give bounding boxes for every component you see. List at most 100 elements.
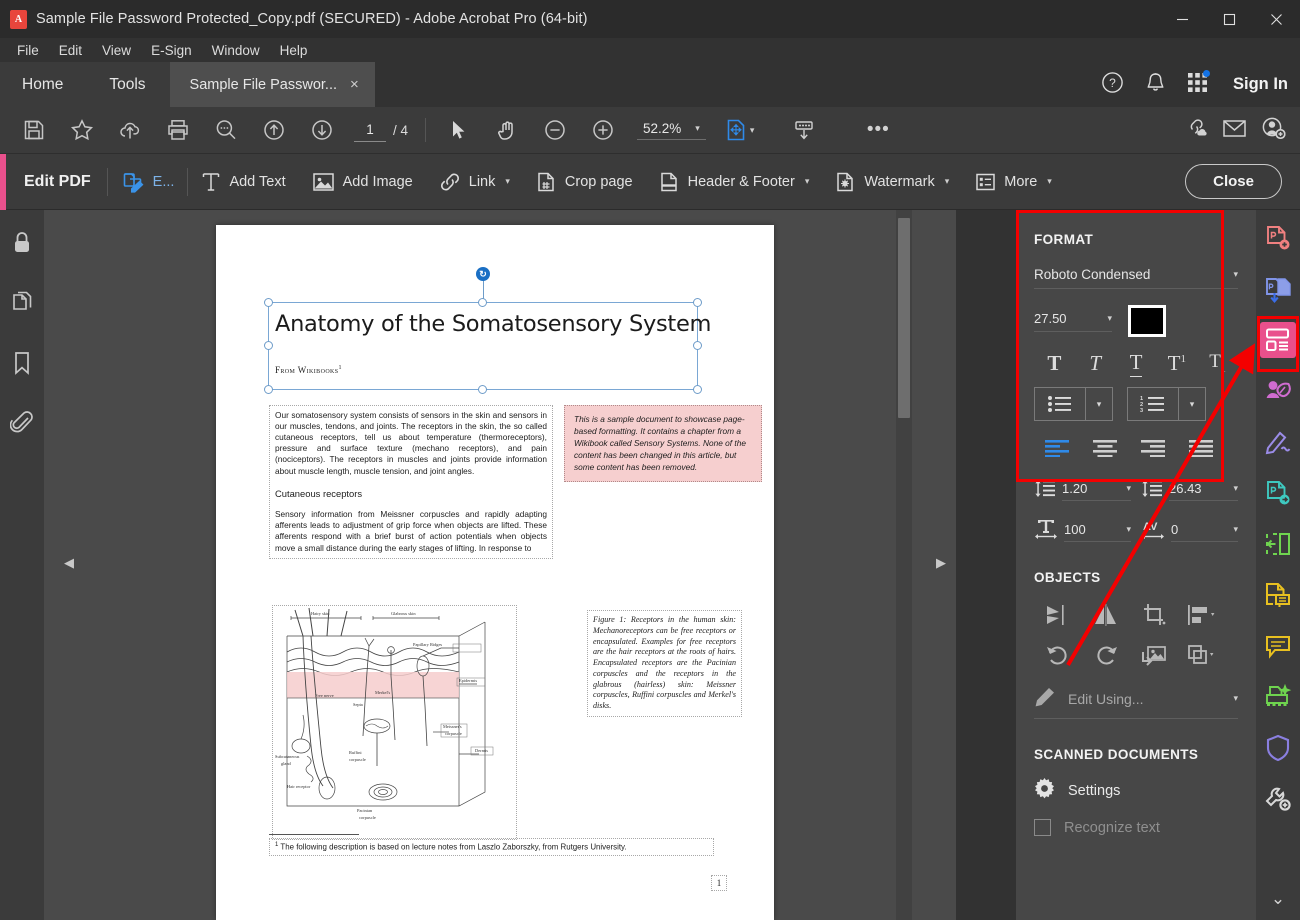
protect-icon[interactable] (1260, 730, 1296, 766)
export-pdf-icon[interactable] (1260, 475, 1296, 511)
resize-handle-bottom-center[interactable] (478, 385, 487, 394)
resize-handle-top-center[interactable] (478, 298, 487, 307)
notifications-bell-icon[interactable] (1145, 71, 1166, 99)
menu-esign[interactable]: E-Sign (142, 41, 201, 60)
bullet-list-chevron-icon[interactable]: ▾ (1085, 388, 1112, 420)
align-right-icon[interactable] (1130, 431, 1178, 465)
font-size-select[interactable]: 27.50 ▾ (1034, 311, 1112, 332)
sample-callout-box[interactable]: This is a sample document to showcase pa… (564, 405, 762, 482)
close-window-button[interactable] (1253, 0, 1300, 38)
underline-text-icon[interactable]: T (1116, 345, 1157, 381)
menu-view[interactable]: View (93, 41, 140, 60)
minimize-button[interactable] (1159, 0, 1206, 38)
bookmark-icon[interactable] (11, 350, 33, 381)
security-lock-icon[interactable] (10, 230, 34, 261)
select-tool-icon[interactable] (435, 107, 483, 154)
watermark-button[interactable]: Watermark ▾ (822, 154, 962, 210)
italic-text-icon[interactable]: T (1075, 345, 1116, 381)
footnote-block[interactable]: 1 The following description is based on … (269, 838, 714, 856)
star-icon[interactable] (58, 107, 106, 154)
share-link-icon[interactable] (1182, 116, 1208, 145)
menu-edit[interactable]: Edit (50, 41, 91, 60)
align-center-icon[interactable] (1082, 431, 1130, 465)
comment-page-icon[interactable] (1260, 577, 1296, 613)
email-icon[interactable] (1222, 117, 1247, 144)
resize-handle-middle-left[interactable] (264, 341, 273, 350)
rotate-counterclockwise-icon[interactable] (1034, 635, 1082, 675)
save-icon[interactable] (10, 107, 58, 154)
attachment-icon[interactable] (9, 410, 34, 441)
organize-pages-icon[interactable] (1260, 526, 1296, 562)
rotate-handle[interactable]: ↻ (476, 267, 490, 281)
edit-using-select[interactable]: Edit Using... ▾ (1034, 687, 1238, 719)
combine-files-icon[interactable] (1260, 271, 1296, 307)
app-grid-icon[interactable] (1187, 69, 1210, 98)
upload-cloud-icon[interactable] (106, 107, 154, 154)
character-spacing-select[interactable]: 0 ▾ (1171, 522, 1238, 542)
resize-handle-bottom-right[interactable] (693, 385, 702, 394)
search-icon[interactable] (202, 107, 250, 154)
zoom-in-icon[interactable] (579, 107, 627, 154)
close-edit-mode-button[interactable]: Close (1185, 164, 1282, 199)
resize-handle-top-left[interactable] (264, 298, 273, 307)
selected-text-box[interactable]: ↻ Anatomy of the Somatosensory System Fr… (264, 267, 711, 394)
body-text-block[interactable]: Our somatosensory system consists of sen… (269, 405, 553, 559)
bullet-list-icon[interactable] (1035, 388, 1085, 420)
add-text-button[interactable]: Add Text (188, 154, 298, 210)
scan-ocr-icon[interactable] (1260, 679, 1296, 715)
hand-tool-icon[interactable] (483, 107, 531, 154)
tab-home[interactable]: Home (0, 62, 86, 107)
resize-handle-middle-right[interactable] (693, 341, 702, 350)
align-objects-icon[interactable] (1178, 595, 1226, 635)
edit-tool-button[interactable]: E... (108, 154, 188, 210)
menu-file[interactable]: File (8, 41, 48, 60)
expand-right-panel-icon[interactable]: ▶ (936, 555, 946, 571)
replace-image-icon[interactable] (1130, 635, 1178, 675)
more-tools-ellipsis-icon[interactable]: ••• (854, 107, 902, 154)
edit-pdf-tool-icon[interactable] (1260, 322, 1296, 358)
header-footer-button[interactable]: Header & Footer ▾ (646, 154, 823, 210)
pdf-page[interactable]: ↻ Anatomy of the Somatosensory System Fr… (216, 225, 774, 920)
superscript-text-icon[interactable]: T1 (1156, 345, 1197, 381)
fill-sign-icon[interactable] (1260, 424, 1296, 460)
help-icon[interactable]: ? (1101, 71, 1124, 99)
sign-in-button[interactable]: Sign In (1233, 75, 1288, 94)
text-color-swatch[interactable] (1128, 305, 1166, 337)
rotate-clockwise-icon[interactable] (1082, 635, 1130, 675)
arrange-icon[interactable] (1178, 635, 1226, 675)
flip-horizontal-icon[interactable] (1082, 595, 1130, 635)
crop-icon[interactable] (1130, 595, 1178, 635)
scrollbar-thumb[interactable] (898, 218, 910, 418)
numbered-list-icon[interactable]: 123 (1128, 388, 1178, 420)
zoom-out-icon[interactable] (531, 107, 579, 154)
fill-and-sign-download-icon[interactable] (780, 107, 828, 154)
paragraph-spacing-select[interactable]: 26.43 ▾ (1169, 481, 1238, 501)
font-family-select[interactable]: Roboto Condensed ▾ (1034, 267, 1238, 289)
page-number-input[interactable]: 1 (354, 119, 386, 142)
figure-caption-block[interactable]: Figure 1: Receptors in the human skin: M… (587, 610, 742, 717)
close-tab-icon[interactable]: × (350, 77, 359, 92)
comment-icon[interactable] (1260, 628, 1296, 664)
add-person-icon[interactable] (1261, 116, 1286, 145)
skin-anatomy-figure[interactable]: Hairy skin Glabrous skin Papillary Ridge… (272, 605, 517, 840)
add-image-button[interactable]: Add Image (299, 154, 426, 210)
numbered-list-chevron-icon[interactable]: ▾ (1178, 388, 1205, 420)
resize-handle-top-right[interactable] (693, 298, 702, 307)
menu-window[interactable]: Window (203, 41, 269, 60)
next-page-icon[interactable] (298, 107, 346, 154)
tab-document[interactable]: Sample File Passwor... × (169, 62, 375, 107)
previous-page-icon[interactable] (250, 107, 298, 154)
recognize-text-checkbox[interactable] (1034, 819, 1051, 836)
scanned-settings-button[interactable]: Settings (1034, 778, 1238, 803)
resize-handle-bottom-left[interactable] (264, 385, 273, 394)
print-icon[interactable] (154, 107, 202, 154)
fit-page-chevron-icon[interactable]: ▾ (750, 125, 755, 136)
link-button[interactable]: Link ▾ (426, 154, 523, 210)
recognize-text-checkbox-row[interactable]: Recognize text (1034, 819, 1238, 836)
menu-help[interactable]: Help (271, 41, 317, 60)
vertical-scrollbar[interactable] (896, 210, 912, 920)
line-spacing-select[interactable]: 1.20 ▾ (1062, 481, 1131, 501)
bold-text-icon[interactable]: T (1034, 345, 1075, 381)
page-thumbnails-icon[interactable] (10, 290, 34, 321)
collapse-left-panel-icon[interactable]: ◀ (64, 555, 74, 571)
